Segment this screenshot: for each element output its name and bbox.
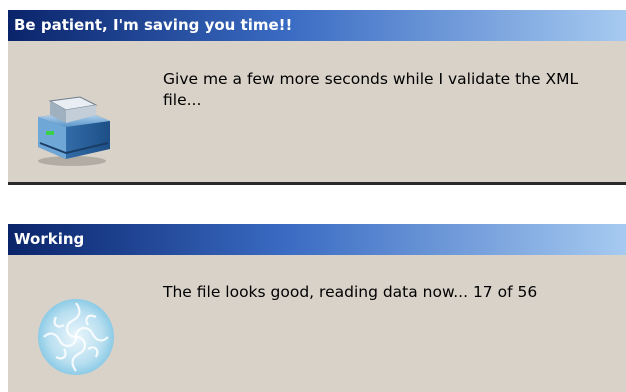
validating-dialog: Be patient, I'm saving you time!! Give m… — [8, 10, 626, 185]
spinner-icon — [38, 299, 114, 375]
dialog-message: The file looks good, reading data now...… — [163, 283, 538, 301]
printer-icon — [38, 96, 110, 166]
dialog-message: Give me a few more seconds while I valid… — [163, 70, 579, 109]
dialog-title: Working — [8, 224, 626, 255]
working-dialog: Working The file looks good, reading dat… — [8, 224, 626, 392]
dialog-title: Be patient, I'm saving you time!! — [8, 10, 626, 41]
